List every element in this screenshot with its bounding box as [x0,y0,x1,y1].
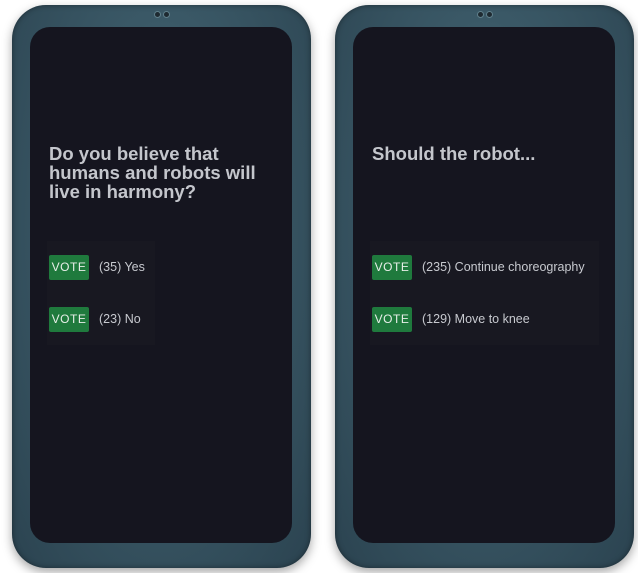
poll-option: VOTE (23) No [47,293,155,345]
vote-button[interactable]: VOTE [372,306,412,332]
camera-lens-icon [154,12,160,17]
sensor-icon [163,12,169,17]
option-label: (235) Continue choreography [422,260,585,274]
option-answer: Move to knee [454,312,530,326]
sensor-icon [486,12,492,17]
phone-right: Should the robot... VOTE (235) Continue … [335,5,634,568]
stage: Do you believe that humans and robots wi… [0,0,638,573]
poll-question: Do you believe that humans and robots wi… [49,143,256,202]
option-answer: No [124,312,141,326]
poll-option: VOTE (35) Yes [47,241,155,293]
poll-question: Should the robot... [372,143,536,164]
option-label: (35) Yes [99,260,145,274]
phone-left: Do you believe that humans and robots wi… [12,5,311,568]
vote-count: (35) [99,260,122,274]
vote-count: (235) [422,260,452,274]
vote-count: (129) [422,312,452,326]
vote-button[interactable]: VOTE [372,254,412,280]
camera-lens-icon [477,12,483,17]
option-answer: Continue choreography [454,260,585,274]
poll-option: VOTE (235) Continue choreography [370,241,599,293]
screen-left: Do you believe that humans and robots wi… [30,27,292,543]
vote-button[interactable]: VOTE [49,254,89,280]
poll-option: VOTE (129) Move to knee [370,293,599,345]
poll-options: VOTE (235) Continue choreography VOTE (1… [370,241,599,345]
poll-options: VOTE (35) Yes VOTE (23) No [47,241,155,345]
option-label: (23) No [99,312,141,326]
vote-button[interactable]: VOTE [49,306,89,332]
vote-count: (23) [99,312,122,326]
option-answer: Yes [124,260,145,274]
front-camera [154,12,169,17]
option-label: (129) Move to knee [422,312,530,326]
front-camera [477,12,492,17]
screen-right: Should the robot... VOTE (235) Continue … [353,27,615,543]
